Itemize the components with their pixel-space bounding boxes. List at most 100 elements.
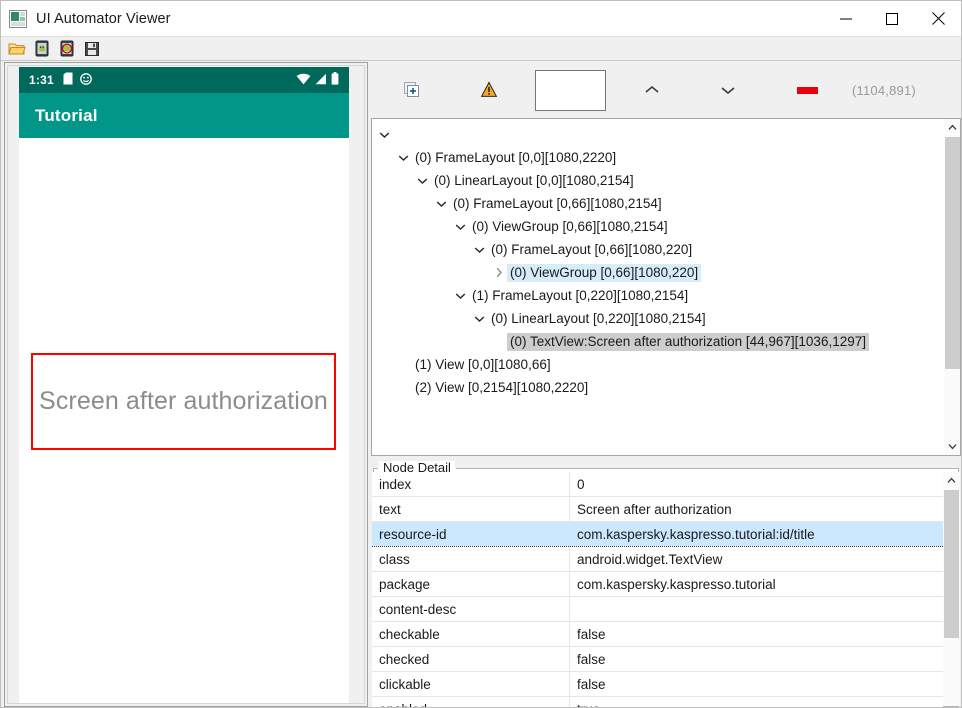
node-detail-panel: Node Detail index 0 text Screen after autho… <box>371 461 961 707</box>
tree-scrollbar-thumb[interactable] <box>945 137 960 369</box>
chevron-down-icon[interactable] <box>395 154 412 162</box>
attribute-value-cell <box>569 596 943 622</box>
attribute-name-cell: text <box>372 496 570 522</box>
minimize-button[interactable] <box>823 1 869 36</box>
red-minus-icon[interactable] <box>766 62 848 118</box>
table-row[interactable]: text Screen after authorization <box>372 496 943 522</box>
screenshot-panel[interactable]: 1:31 Tutorial Screen after authorization <box>4 62 368 707</box>
warning-triangle-icon[interactable] <box>451 62 526 118</box>
chevron-right-icon[interactable] <box>490 267 507 278</box>
search-input[interactable] <box>534 69 606 111</box>
chevron-down-icon[interactable] <box>414 177 431 185</box>
search-field-wrapper <box>526 62 614 118</box>
attribute-value-cell: true <box>569 696 943 707</box>
device-screen-preview[interactable]: 1:31 Tutorial Screen after authorization <box>19 67 349 703</box>
tree-node-label: (0) FrameLayout [0,0][1080,2220] <box>415 149 617 165</box>
app-bar-title: Tutorial <box>35 105 98 125</box>
signal-icon <box>315 73 327 88</box>
attribute-value-cell: com.kaspersky.kaspresso.tutorial <box>569 571 943 597</box>
attribute-value-cell: Screen after authorization <box>569 496 943 522</box>
status-right-icons <box>296 72 339 88</box>
tree-node-label: (0) LinearLayout [0,0][1080,2154] <box>434 172 634 188</box>
maximize-button[interactable] <box>869 1 915 36</box>
scroll-up-icon[interactable] <box>943 472 960 489</box>
node-detail-title: Node Detail <box>379 461 455 475</box>
tree-node-row[interactable]: (0) LinearLayout [0,0][1080,2154] <box>372 169 943 192</box>
tree-node-label: (1) View [0,0][1080,66] <box>415 356 551 372</box>
device-screenshot-icon[interactable] <box>30 38 54 60</box>
attribute-name-cell: clickable <box>372 671 570 697</box>
table-row[interactable]: package com.kaspersky.kaspresso.tutorial <box>372 571 943 597</box>
tree-node-row[interactable]: (0) ViewGroup [0,66][1080,220] <box>372 261 943 284</box>
expand-layers-icon[interactable] <box>371 62 451 118</box>
tree-node-label: (0) TextView:Screen after authorization … <box>507 332 869 351</box>
tree-node-row[interactable]: (2) View [0,2154][1080,2220] <box>372 376 943 399</box>
scroll-up-icon[interactable] <box>944 119 960 136</box>
node-tree-list[interactable]: (0) FrameLayout [0,0][1080,2220] (0) Line… <box>372 119 943 455</box>
tree-scrollbar[interactable] <box>943 119 960 455</box>
chevron-down-icon[interactable] <box>471 246 488 254</box>
selected-node-highlight[interactable]: Screen after authorization <box>31 353 336 450</box>
tree-node-row[interactable]: (0) FrameLayout [0,0][1080,2220] <box>372 146 943 169</box>
table-row[interactable]: class android.widget.TextView <box>372 546 943 572</box>
close-button[interactable] <box>915 1 961 36</box>
sim-card-icon <box>63 72 73 88</box>
tree-node-row[interactable] <box>372 123 943 146</box>
tree-node-row[interactable]: (0) LinearLayout [0,220][1080,2154] <box>372 307 943 330</box>
attribute-name-cell: checked <box>372 646 570 672</box>
table-row[interactable]: resource-id com.kaspersky.kaspresso.tutor… <box>372 521 943 547</box>
tree-node-row[interactable]: (1) FrameLayout [0,220][1080,2154] <box>372 284 943 307</box>
chevron-down-icon[interactable] <box>471 315 488 323</box>
tree-node-label: (0) ViewGroup [0,66][1080,2154] <box>472 218 668 234</box>
node-tree-panel[interactable]: (0) FrameLayout [0,0][1080,2220] (0) Line… <box>371 118 961 456</box>
table-row[interactable]: clickable false <box>372 671 943 697</box>
app-window-icon <box>9 9 27 28</box>
tree-node-row[interactable]: (0) FrameLayout [0,66][1080,2154] <box>372 192 943 215</box>
node-detail-scrollbar[interactable] <box>943 472 960 706</box>
screenshot-canvas[interactable]: 1:31 Tutorial Screen after authorization <box>7 65 365 704</box>
save-disk-icon[interactable] <box>80 38 104 60</box>
open-folder-icon[interactable] <box>5 38 29 60</box>
chevron-down-icon[interactable] <box>433 200 450 208</box>
chevron-down-icon[interactable] <box>690 62 766 118</box>
android-status-bar: 1:31 <box>19 67 349 93</box>
tree-toolbar: (1104,891) <box>371 62 961 118</box>
device-screenshot-compressed-icon[interactable] <box>55 38 79 60</box>
tree-node-row[interactable]: (0) ViewGroup [0,66][1080,2154] <box>372 215 943 238</box>
chevron-down-icon[interactable] <box>376 131 393 139</box>
window-titlebar: UI Automator Viewer <box>1 1 961 36</box>
chevron-down-icon[interactable] <box>452 292 469 300</box>
node-detail-scrollbar-thumb[interactable] <box>944 490 959 638</box>
ui-automator-viewer-window: UI Automator Viewer 1:31 Tutorial Screen… <box>0 0 962 708</box>
table-row[interactable]: content-desc <box>372 596 943 622</box>
attribute-value-cell: false <box>569 671 943 697</box>
wifi-icon <box>296 73 311 88</box>
chevron-down-icon[interactable] <box>452 223 469 231</box>
node-detail-table: index 0 text Screen after authorization reso… <box>372 472 943 707</box>
table-row[interactable]: checked false <box>372 646 943 672</box>
table-row[interactable]: enabledtrue <box>372 696 943 707</box>
attribute-value-cell: 0 <box>569 472 943 497</box>
cursor-coordinates: (1104,891) <box>852 82 916 98</box>
device-screen-body[interactable]: Screen after authorization <box>19 138 349 703</box>
tree-node-label <box>393 133 399 136</box>
attribute-value-cell: com.kaspersky.kaspresso.tutorial:id/titl… <box>569 521 943 547</box>
attribute-name-cell: index <box>372 472 570 497</box>
tree-node-row[interactable]: (0) TextView:Screen after authorization … <box>372 330 943 353</box>
table-row[interactable]: index 0 <box>372 472 943 497</box>
attribute-name-cell: class <box>372 546 570 572</box>
table-row[interactable]: checkable false <box>372 621 943 647</box>
tree-node-row[interactable]: (1) View [0,0][1080,66] <box>372 353 943 376</box>
window-controls <box>823 1 961 36</box>
emoji-face-icon <box>79 72 92 88</box>
tree-node-row[interactable]: (0) FrameLayout [0,66][1080,220] <box>372 238 943 261</box>
tree-node-label: (0) FrameLayout [0,66][1080,2154] <box>453 195 662 211</box>
node-detail-table-wrapper[interactable]: index 0 text Screen after authorization reso… <box>372 472 943 707</box>
scroll-down-icon[interactable] <box>944 438 960 455</box>
chevron-up-icon[interactable] <box>614 62 690 118</box>
status-time: 1:31 <box>29 73 54 87</box>
attribute-name-cell: package <box>372 571 570 597</box>
tree-node-label: (0) LinearLayout [0,220][1080,2154] <box>491 310 706 326</box>
status-left-icons <box>63 72 92 88</box>
main-toolbar <box>1 36 961 61</box>
